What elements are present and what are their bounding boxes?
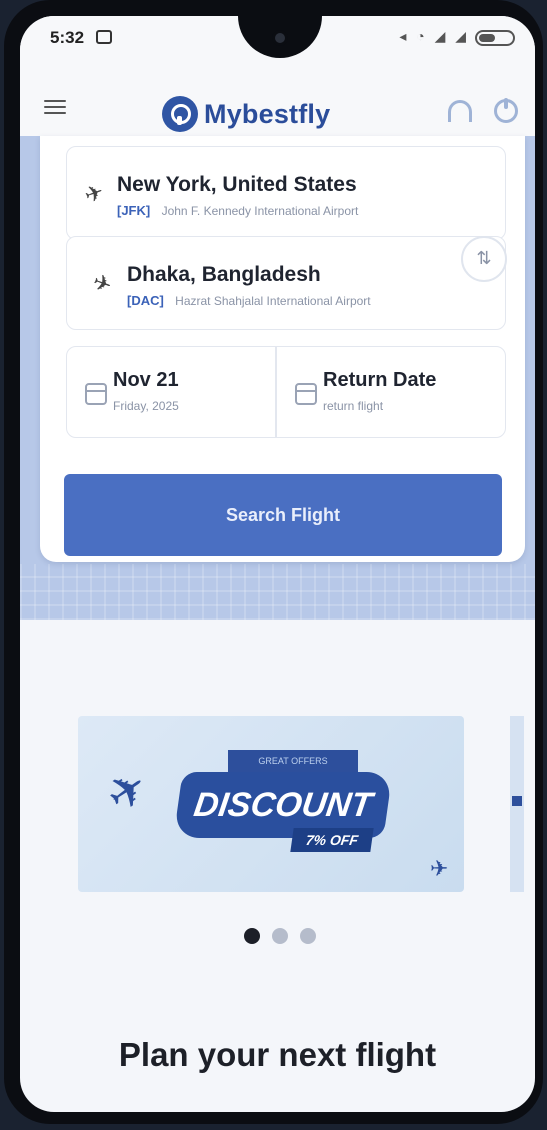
departure-date-field[interactable]: Nov 21 Friday, 2025 xyxy=(66,346,276,438)
carousel-dot[interactable] xyxy=(272,928,288,944)
front-camera xyxy=(272,30,288,46)
to-airport-line: [DAC] Hazrat Shahjalal International Air… xyxy=(127,293,497,308)
from-field[interactable]: ✈ New York, United States [JFK] John F. … xyxy=(66,146,506,240)
banner-tag: GREAT OFFERS xyxy=(228,750,358,772)
status-bar: 5:32 ◂ ◔ ◢ ◢ xyxy=(20,16,535,60)
plane-takeoff-icon: ✈ xyxy=(81,178,107,209)
next-banner-peek[interactable] xyxy=(510,716,524,892)
logo-text: Mybestfly xyxy=(204,98,331,129)
discount-banner[interactable]: ✈ GREAT OFFERS DISCOUNT 7% OFF ✈ xyxy=(78,716,464,892)
return-date-field[interactable]: Return Date return flight xyxy=(276,346,506,438)
return-date-sub: return flight xyxy=(323,399,384,413)
app-header: Mybestfly xyxy=(20,60,535,137)
signal-icons: ◂ ◔ ◢ ◢ xyxy=(399,28,469,44)
small-airplane-icon: ✈ xyxy=(430,856,449,881)
to-city: Dhaka, Bangladesh xyxy=(127,263,321,286)
phone-screen: 5:32 ◂ ◔ ◢ ◢ Mybestfly ✈ New York, Unite… xyxy=(20,16,535,1112)
carousel-dot[interactable] xyxy=(300,928,316,944)
departure-day: Friday, 2025 xyxy=(113,399,179,413)
to-code: [DAC] xyxy=(127,293,164,308)
battery-icon xyxy=(475,30,515,46)
flight-search-card: ✈ New York, United States [JFK] John F. … xyxy=(40,136,525,562)
to-airport: Hazrat Shahjalal International Airport xyxy=(175,294,371,308)
from-airport: John F. Kennedy International Airport xyxy=(161,204,359,218)
hero-band-pattern xyxy=(20,564,535,620)
banner-offer: 7% OFF xyxy=(290,828,374,852)
from-airport-line: [JFK] John F. Kennedy International Airp… xyxy=(117,203,497,218)
section-heading: Plan your next flight xyxy=(118,1036,437,1073)
departure-date: Nov 21 xyxy=(113,369,179,391)
to-field[interactable]: ✈ Dhaka, Bangladesh [DAC] Hazrat Shahjal… xyxy=(66,236,506,330)
status-time: 5:32 xyxy=(50,28,85,47)
headset-icon[interactable] xyxy=(448,100,472,122)
carousel-dots xyxy=(244,928,316,944)
search-flight-button[interactable]: Search Flight xyxy=(64,474,502,556)
swap-vertical-icon[interactable]: ⇅ xyxy=(461,236,507,282)
airplane-icon: ✈ xyxy=(96,758,158,824)
from-code: [JFK] xyxy=(117,203,151,218)
calendar-icon xyxy=(295,383,317,405)
gallery-notification-icon xyxy=(96,30,112,44)
return-date-label: Return Date xyxy=(323,369,437,391)
from-city: New York, United States xyxy=(117,173,357,196)
logo-pin-icon xyxy=(162,96,198,132)
hamburger-menu-icon[interactable] xyxy=(44,100,66,114)
plane-landing-icon: ✈ xyxy=(89,268,116,299)
calendar-icon xyxy=(85,383,107,405)
phone-bezel: 5:32 ◂ ◔ ◢ ◢ Mybestfly ✈ New York, Unite… xyxy=(4,0,543,1124)
power-icon[interactable] xyxy=(494,98,518,123)
carousel-dot-active[interactable] xyxy=(244,928,260,944)
app-logo: Mybestfly xyxy=(162,94,330,134)
